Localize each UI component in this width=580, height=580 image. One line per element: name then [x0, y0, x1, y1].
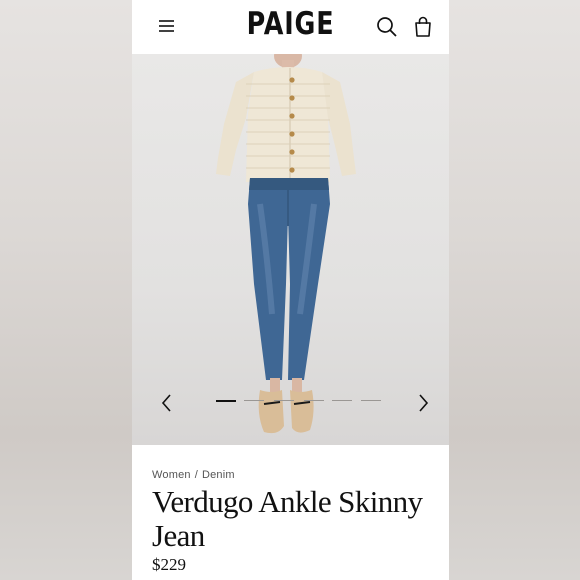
pagination-dot[interactable] [304, 400, 324, 401]
product-title: Verdugo Ankle Skinny Jean [152, 484, 423, 553]
mobile-screen: PAIGE Women / Denim Verdugo Ankle Skinny… [132, 0, 449, 580]
pagination-dot[interactable] [361, 400, 381, 401]
breadcrumb-item-women[interactable]: Women [152, 469, 191, 481]
breadcrumb: Women / Denim [152, 469, 235, 481]
breadcrumb-item-denim[interactable]: Denim [202, 469, 235, 481]
breadcrumb-separator: / [194, 469, 198, 481]
product-photo [216, 54, 356, 434]
pagination-dot[interactable] [274, 400, 294, 401]
background-blur-right [449, 0, 580, 580]
pagination-dot[interactable] [244, 400, 264, 401]
top-navigation-bar: PAIGE [132, 0, 449, 54]
background-blur-left [0, 0, 132, 580]
pagination-dot[interactable] [216, 399, 236, 402]
chevron-right-icon[interactable] [412, 390, 434, 416]
search-icon[interactable] [374, 14, 400, 40]
product-price: $229 [152, 555, 186, 574]
pagination-dot[interactable] [332, 400, 352, 401]
product-image-gallery[interactable] [132, 54, 449, 445]
chevron-left-icon[interactable] [156, 390, 178, 416]
shopping-bag-icon[interactable] [410, 14, 436, 40]
